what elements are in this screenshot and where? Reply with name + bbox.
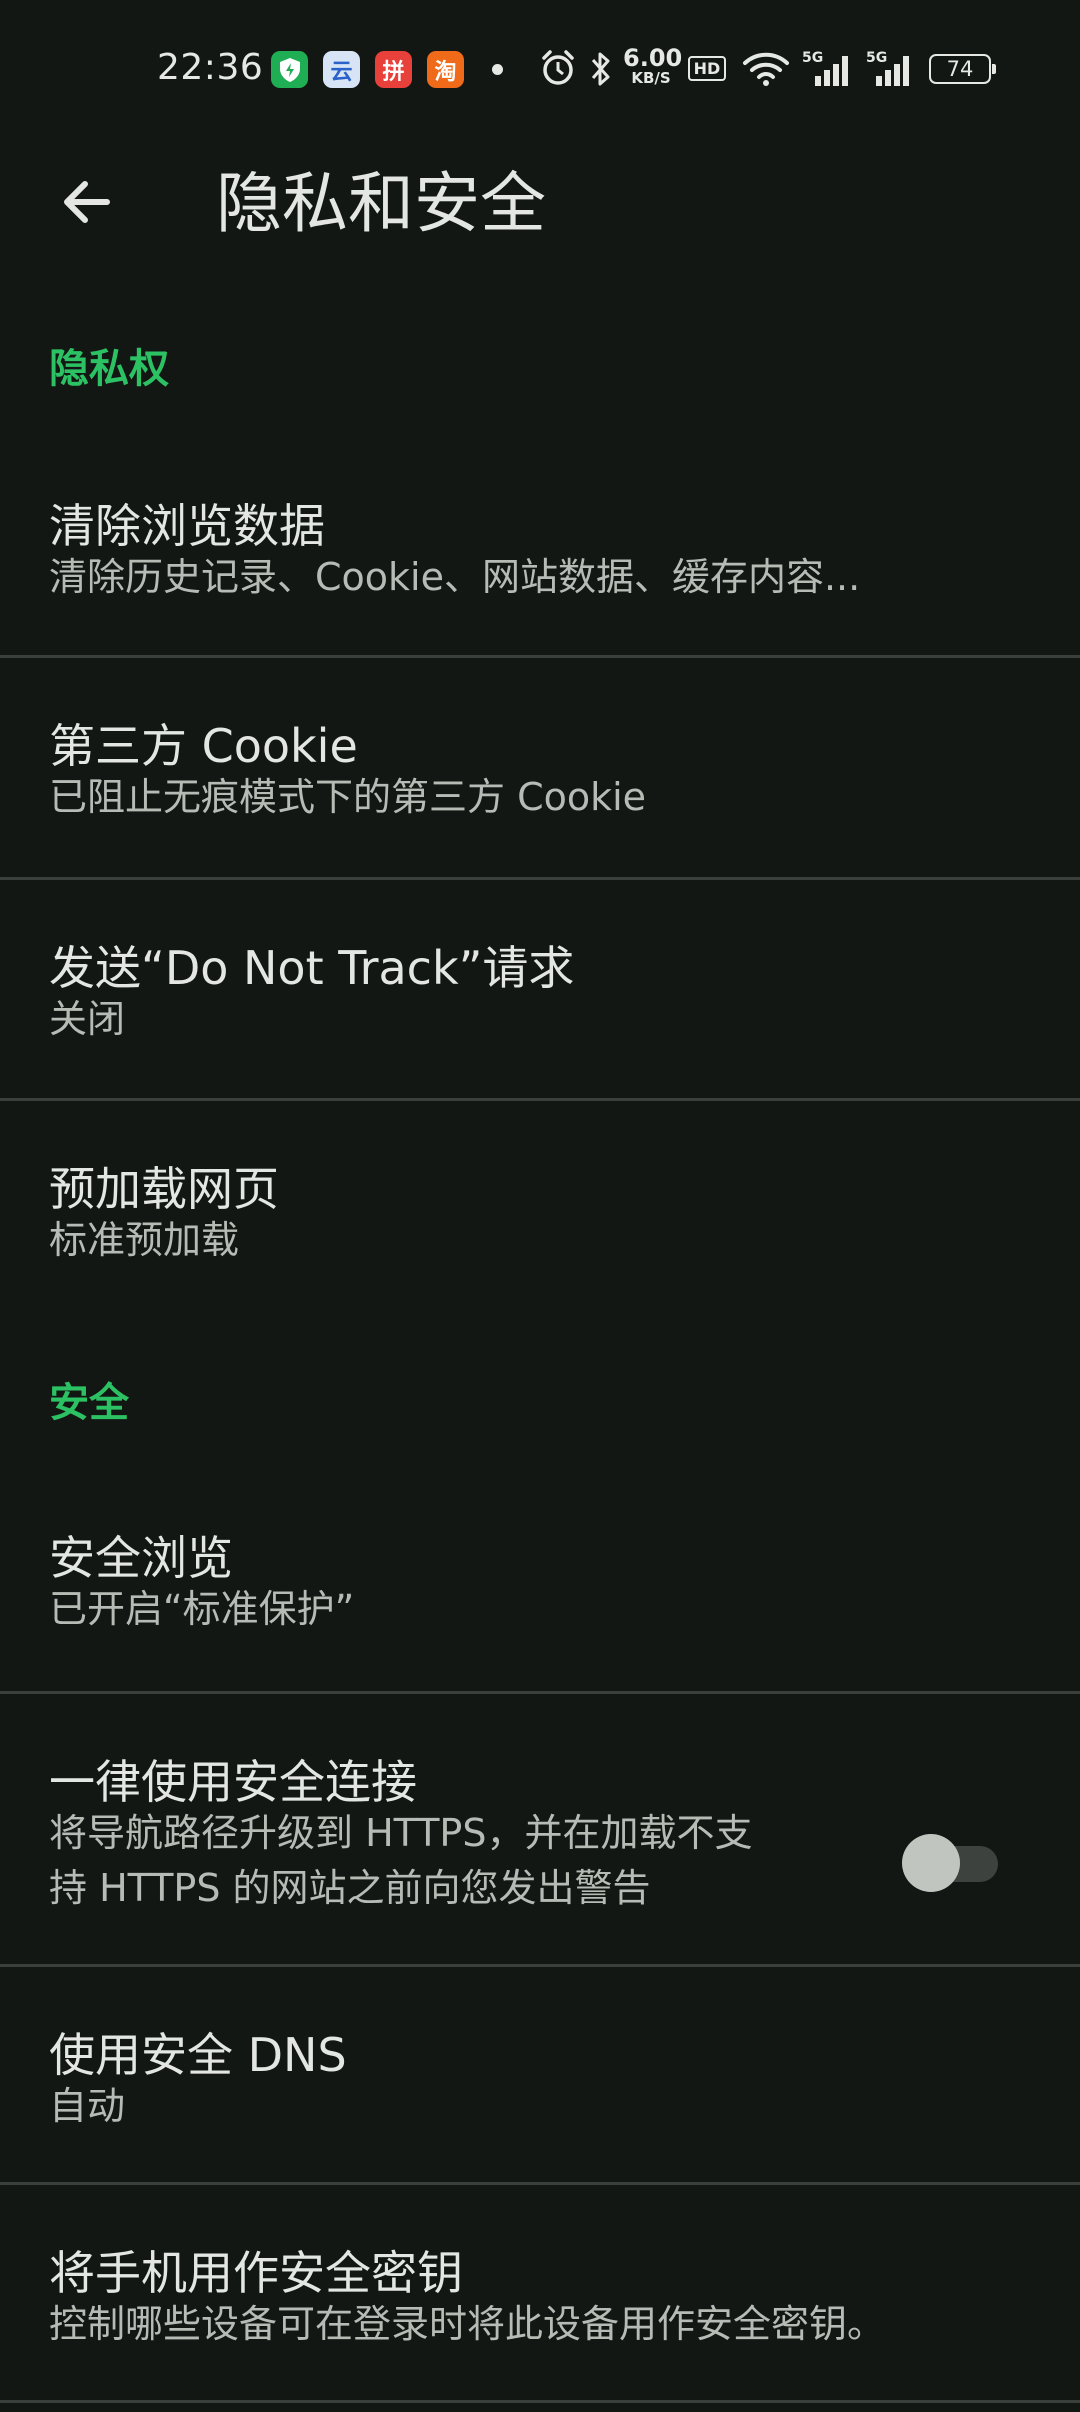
setting-security-key[interactable]: 将手机用作安全密钥 控制哪些设备可在登录时将此设备用作安全密钥。 bbox=[0, 2185, 1080, 2400]
hd-voice-icon: HD bbox=[688, 56, 726, 81]
setting-title: 预加载网页 bbox=[49, 1162, 279, 1216]
pinduoduo-app-icon: 拼 bbox=[375, 51, 412, 88]
setting-title: 发送“Do Not Track”请求 bbox=[49, 941, 575, 995]
setting-title: 安全浏览 bbox=[49, 1531, 233, 1585]
setting-summary: 控制哪些设备可在登录时将此设备用作安全密钥。 bbox=[49, 2302, 886, 2346]
status-time: 22:36 bbox=[157, 47, 264, 88]
cellular-signal-1-icon bbox=[815, 56, 848, 86]
setting-preload-pages[interactable]: 预加载网页 标准预加载 bbox=[0, 1101, 1080, 1301]
app-bar: 隐私和安全 bbox=[0, 140, 1080, 265]
https-first-toggle[interactable] bbox=[900, 1834, 1000, 1894]
bluetooth-icon bbox=[591, 52, 610, 86]
shield-app-icon bbox=[271, 51, 308, 88]
setting-summary: 清除历史记录、Cookie、网站数据、缓存内容... bbox=[49, 555, 861, 599]
section-header-privacy: 隐私权 bbox=[49, 346, 169, 392]
section-header-security: 安全 bbox=[49, 1380, 129, 1426]
setting-summary: 关闭 bbox=[49, 997, 126, 1041]
setting-summary-line-1: 将导航路径升级到 HTTPS，并在加载不支 bbox=[49, 1811, 753, 1855]
network-speed: 6.00 KB/S bbox=[623, 44, 683, 87]
alarm-icon bbox=[542, 50, 574, 85]
page-title: 隐私和安全 bbox=[216, 165, 546, 242]
status-bar: 22:36 云 拼 淘 6.00 KB/S HD 5G 5G 74 bbox=[0, 0, 1080, 140]
notification-dot-icon bbox=[492, 64, 503, 75]
setting-title: 第三方 Cookie bbox=[49, 719, 358, 773]
back-button[interactable] bbox=[40, 162, 130, 242]
setting-do-not-track[interactable]: 发送“Do Not Track”请求 关闭 bbox=[0, 880, 1080, 1100]
setting-clear-browsing-data[interactable]: 清除浏览数据 清除历史记录、Cookie、网站数据、缓存内容... bbox=[0, 470, 1080, 655]
setting-title: 一律使用安全连接 bbox=[49, 1755, 417, 1809]
setting-title: 使用安全 DNS bbox=[49, 2028, 347, 2082]
cloud-app-icon: 云 bbox=[323, 51, 360, 88]
battery-icon: 74 bbox=[929, 54, 996, 84]
taobao-app-icon: 淘 bbox=[427, 51, 464, 88]
setting-title: 清除浏览数据 bbox=[49, 499, 325, 553]
setting-summary-line-2: 持 HTTPS 的网站之前向您发出警告 bbox=[49, 1866, 651, 1910]
toggle-thumb bbox=[902, 1834, 960, 1892]
cellular-signal-2-icon bbox=[876, 56, 909, 86]
setting-third-party-cookie[interactable]: 第三方 Cookie 已阻止无痕模式下的第三方 Cookie bbox=[0, 658, 1080, 878]
setting-safe-browsing[interactable]: 安全浏览 已开启“标准保护” bbox=[0, 1500, 1080, 1690]
setting-summary: 已开启“标准保护” bbox=[49, 1587, 355, 1631]
back-arrow-icon bbox=[64, 181, 110, 223]
wifi-icon bbox=[743, 52, 789, 86]
setting-secure-dns[interactable]: 使用安全 DNS 自动 bbox=[0, 1967, 1080, 2182]
divider bbox=[0, 2400, 1080, 2403]
setting-https-first[interactable]: 一律使用安全连接 将导航路径升级到 HTTPS，并在加载不支 持 HTTPS 的… bbox=[0, 1694, 1080, 1964]
setting-title: 将手机用作安全密钥 bbox=[49, 2246, 463, 2300]
setting-summary: 已阻止无痕模式下的第三方 Cookie bbox=[49, 775, 647, 819]
setting-summary: 自动 bbox=[49, 2084, 126, 2128]
setting-summary: 标准预加载 bbox=[49, 1218, 240, 1262]
